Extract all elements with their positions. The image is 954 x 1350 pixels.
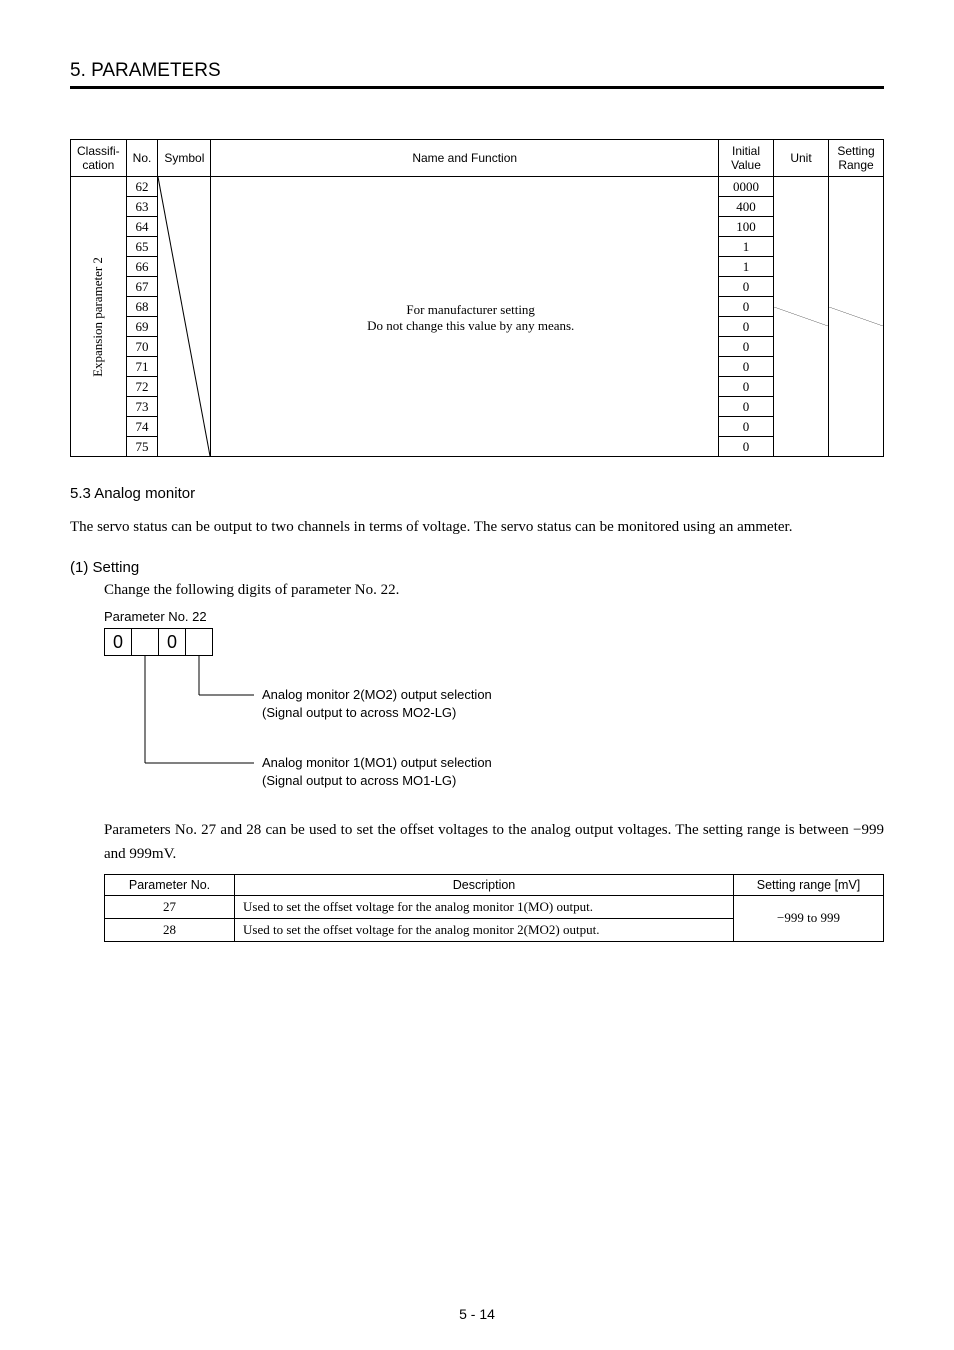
th-initial: Initial Value <box>719 140 774 177</box>
parameter-table: Classifi- cation No. Symbol Name and Fun… <box>70 139 884 457</box>
offset-body: Parameters No. 27 and 28 can be used to … <box>104 819 884 866</box>
th-unit: Unit <box>774 140 829 177</box>
no-cell: 69 <box>126 317 158 337</box>
classification-cell: Expansion parameter 2 <box>71 177 127 457</box>
t2-pno-1: 28 <box>105 918 235 941</box>
initial-value-cell: 0000 <box>719 177 774 197</box>
initial-value-cell: 0 <box>719 437 774 457</box>
classification-label: Expansion parameter 2 <box>90 257 106 377</box>
t2-range: −999 to 999 <box>734 895 884 941</box>
label1a: Analog monitor 2(MO2) output selection <box>262 687 492 702</box>
initial-value-cell: 0 <box>719 337 774 357</box>
initial-value-cell: 0 <box>719 317 774 337</box>
param-title: Parameter No. 22 <box>104 609 884 624</box>
initial-value-cell: 0 <box>719 377 774 397</box>
offset-table: Parameter No. Description Setting range … <box>104 874 884 942</box>
initial-value-cell: 1 <box>719 237 774 257</box>
title-rule <box>70 86 884 89</box>
setting-line: Change the following digits of parameter… <box>104 582 884 599</box>
th-no: No. <box>126 140 158 177</box>
th-name: Name and Function <box>211 140 719 177</box>
analog-monitor-heading: 5.3 Analog monitor <box>70 485 884 502</box>
label2b: (Signal output to across MO1-LG) <box>262 773 456 788</box>
no-cell: 70 <box>126 337 158 357</box>
no-cell: 71 <box>126 357 158 377</box>
th-range2: Setting range [mV] <box>734 874 884 895</box>
no-cell: 64 <box>126 217 158 237</box>
initial-value-cell: 0 <box>719 297 774 317</box>
no-cell: 63 <box>126 197 158 217</box>
initial-value-cell: 400 <box>719 197 774 217</box>
th-pno: Parameter No. <box>105 874 235 895</box>
t2-pno-0: 27 <box>105 895 235 918</box>
diagram-lines: Analog monitor 2(MO2) output selection (… <box>104 655 604 815</box>
no-cell: 74 <box>126 417 158 437</box>
page-number: 5 - 14 <box>0 1306 954 1322</box>
no-cell: 65 <box>126 237 158 257</box>
analog-monitor-body: The servo status can be output to two ch… <box>70 516 884 539</box>
parameter-diagram: Parameter No. 22 0 0 Analog monitor 2(MO… <box>104 609 884 819</box>
initial-value-cell: 0 <box>719 397 774 417</box>
table-row: Expansion parameter 262For manufacturer … <box>71 177 884 197</box>
initial-value-cell: 0 <box>719 417 774 437</box>
section-heading: 5. PARAMETERS <box>70 60 884 82</box>
no-cell: 62 <box>126 177 158 197</box>
no-cell: 66 <box>126 257 158 277</box>
initial-value-cell: 100 <box>719 217 774 237</box>
pbox-4 <box>185 628 213 656</box>
initial-value-cell: 0 <box>719 277 774 297</box>
initial-value-cell: 1 <box>719 257 774 277</box>
name-function-cell: For manufacturer settingDo not change th… <box>211 177 719 457</box>
th-classification: Classifi- cation <box>71 140 127 177</box>
th-range: Setting Range <box>829 140 884 177</box>
no-cell: 75 <box>126 437 158 457</box>
no-cell: 72 <box>126 377 158 397</box>
no-cell: 67 <box>126 277 158 297</box>
no-cell: 73 <box>126 397 158 417</box>
unit-diag <box>774 177 829 457</box>
pbox-1: 0 <box>104 628 132 656</box>
range-diag <box>829 177 884 457</box>
label1b: (Signal output to across MO2-LG) <box>262 705 456 720</box>
pbox-2 <box>131 628 159 656</box>
pbox-3: 0 <box>158 628 186 656</box>
label2a: Analog monitor 1(MO1) output selection <box>262 755 492 770</box>
no-cell: 68 <box>126 297 158 317</box>
th-desc: Description <box>235 874 734 895</box>
t2-desc-1: Used to set the offset voltage for the a… <box>235 918 734 941</box>
th-symbol: Symbol <box>158 140 211 177</box>
t2-desc-0: Used to set the offset voltage for the a… <box>235 895 734 918</box>
param-boxes: 0 0 <box>104 628 884 656</box>
initial-value-cell: 0 <box>719 357 774 377</box>
setting-heading: (1) Setting <box>70 559 884 576</box>
symbol-diag <box>158 177 211 457</box>
